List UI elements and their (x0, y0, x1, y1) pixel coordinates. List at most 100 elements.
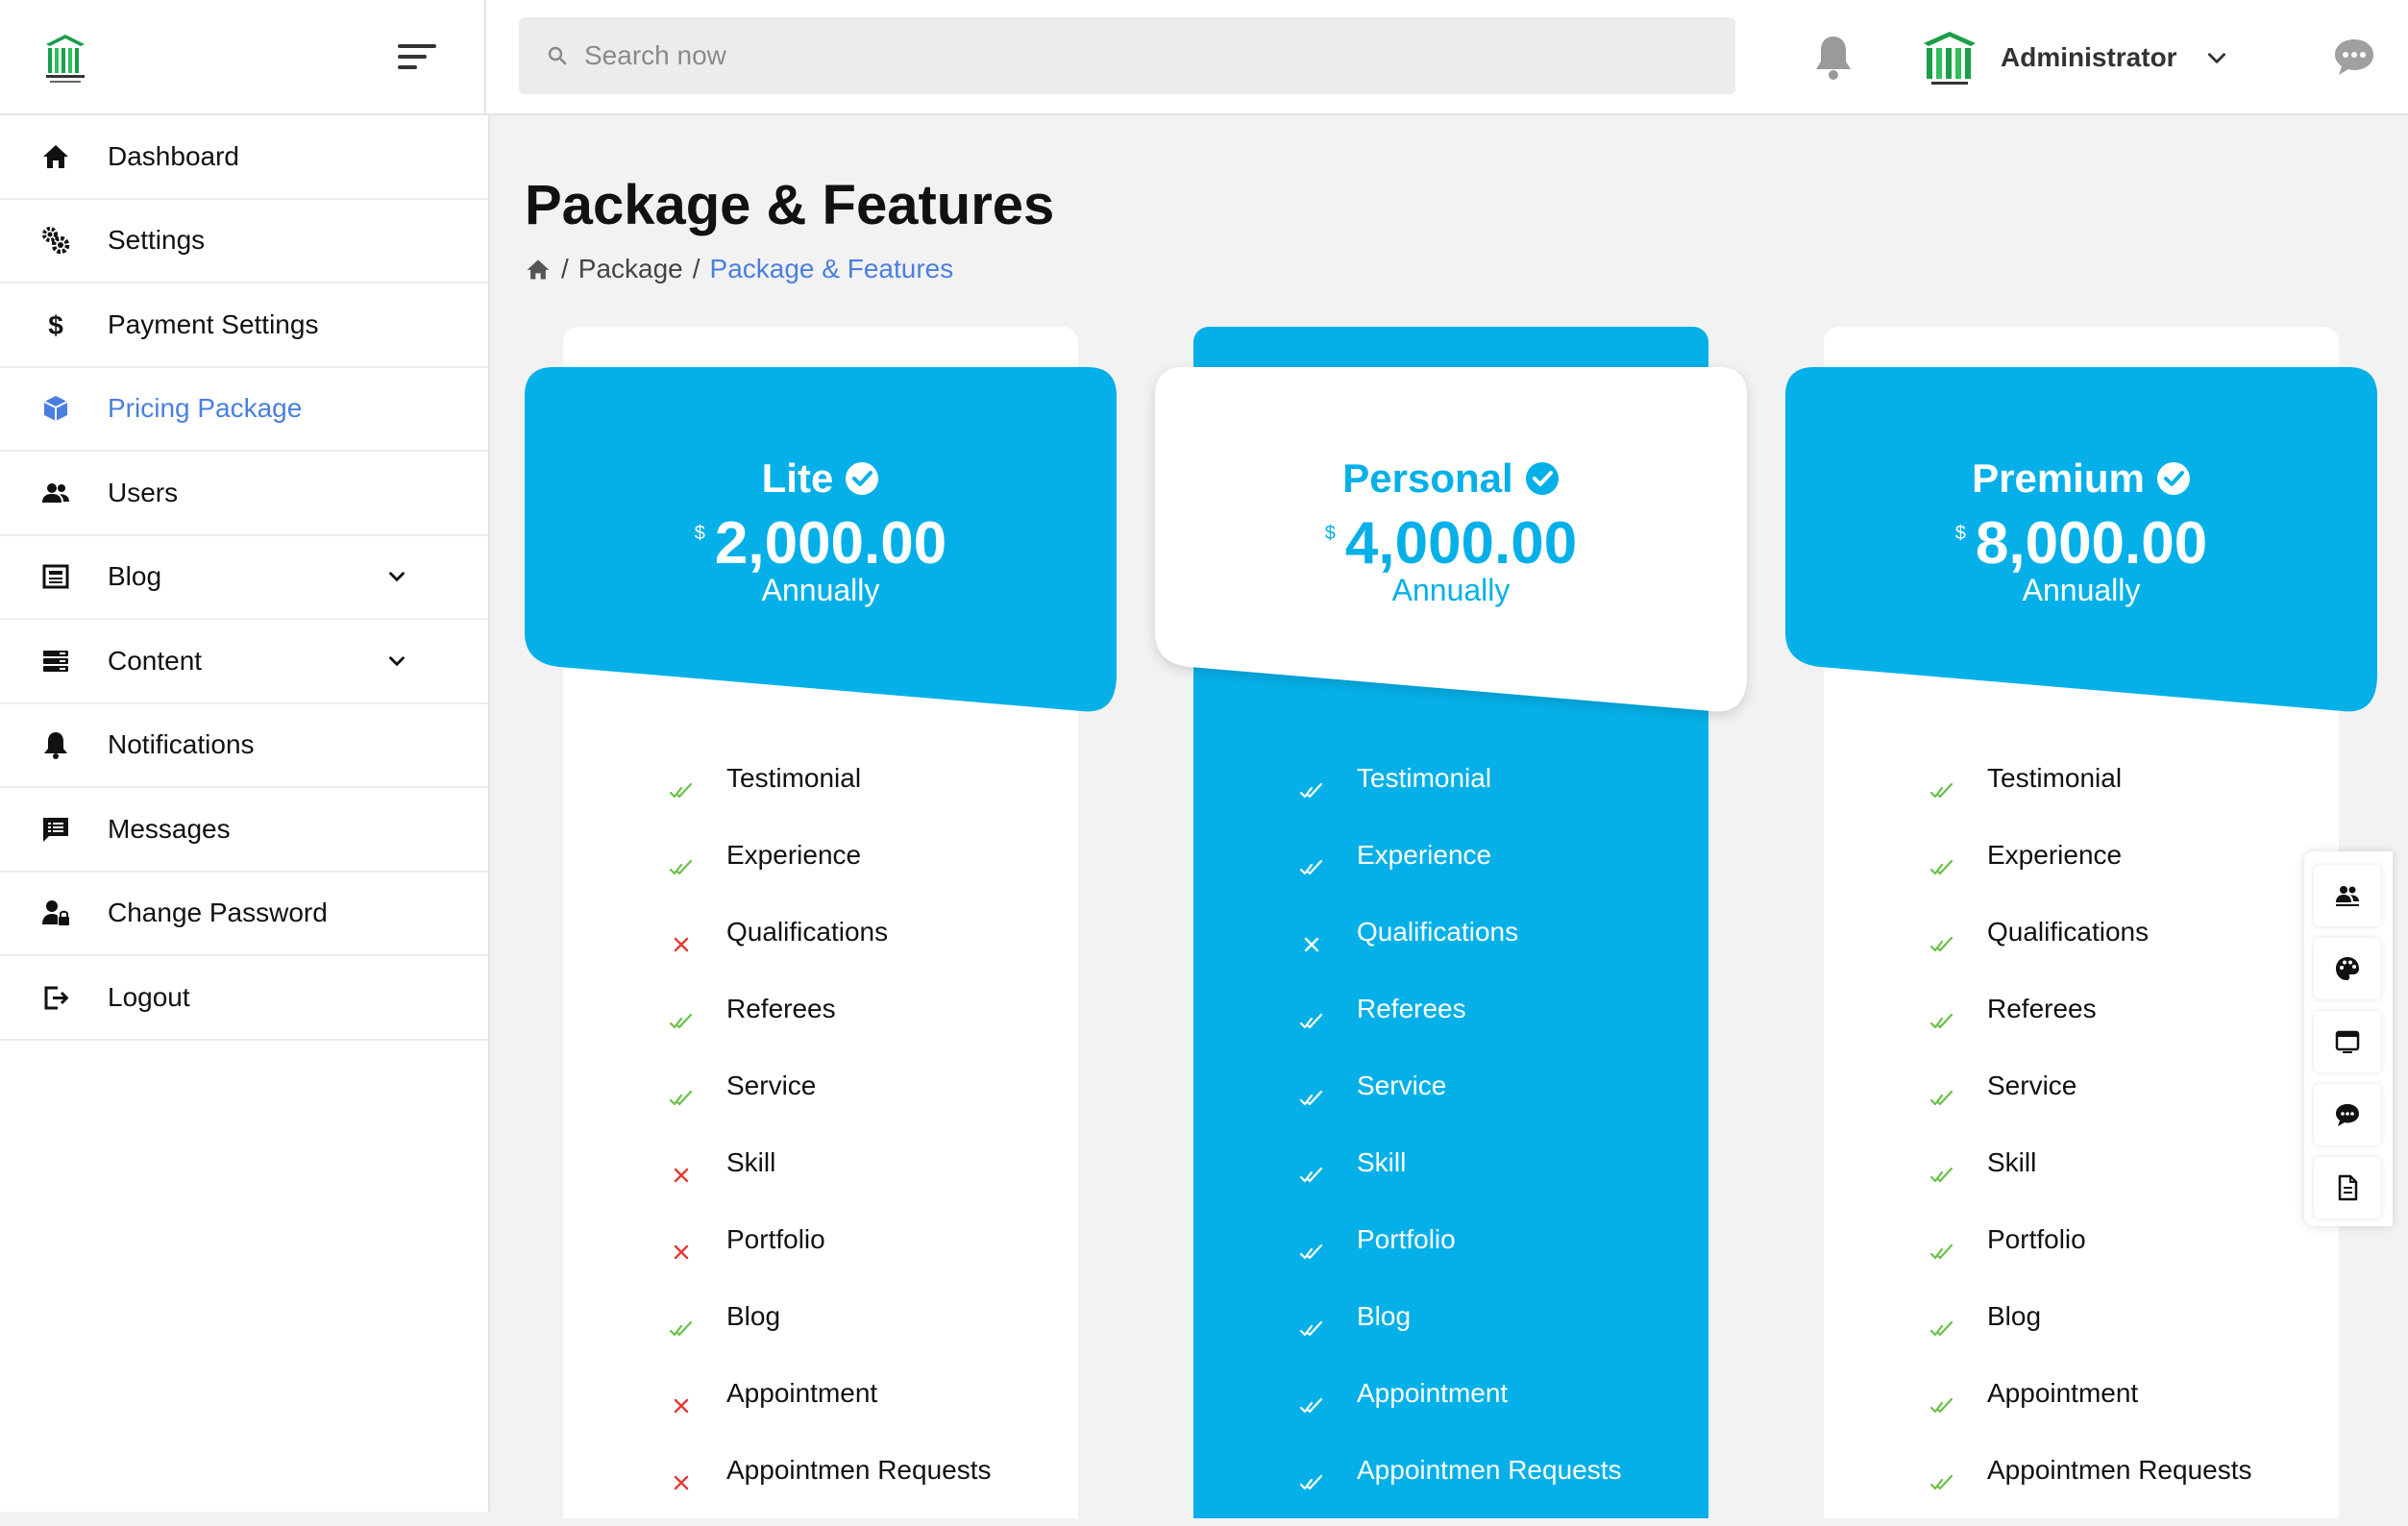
sidebar-item-messages[interactable]: Messages (0, 788, 488, 873)
feature-item: Testimonial (563, 757, 1078, 834)
package-period: Annually (1391, 573, 1511, 607)
feature-label: Portfolio (726, 1224, 825, 1254)
chat-bubble-icon[interactable] (2333, 37, 2375, 77)
feature-item: Appointment (563, 1372, 1078, 1449)
user-menu[interactable]: Administrator (1918, 23, 2229, 92)
feature-label: Experience (1987, 840, 2123, 870)
sidebar-item-notifications[interactable]: Notifications (0, 704, 488, 788)
check-icon (669, 778, 694, 803)
package-name: Personal (1342, 455, 1513, 501)
feature-label: Experience (726, 840, 862, 870)
sidebar-item-content[interactable]: Content (0, 620, 488, 704)
search-input[interactable] (584, 40, 1641, 71)
cross-icon (669, 1470, 694, 1495)
check-icon (1929, 1163, 1954, 1188)
sidebar-item-label: Payment Settings (108, 308, 319, 339)
package-name: Lite (761, 455, 834, 501)
check-icon (1929, 1393, 1954, 1418)
pricing-header-premium: Premium $8,000.00 Annually (1785, 367, 2377, 712)
sidebar-item-logout[interactable]: Logout (0, 956, 488, 1041)
logout-icon (38, 980, 73, 1015)
sidebar-item-label: Pricing Package (108, 393, 303, 424)
check-icon (1929, 932, 1954, 957)
feature-item: Blog (1824, 1295, 2339, 1372)
package-price-row: $4,000.00 (1155, 509, 1747, 578)
sidebar-item-users[interactable]: Users (0, 452, 488, 536)
cross-icon (669, 1163, 694, 1188)
brand-area (0, 0, 486, 115)
package-price: 2,000.00 (714, 510, 947, 577)
feature-label: Service (1357, 1071, 1447, 1100)
message-list-icon (38, 812, 73, 847)
cross-icon (669, 1393, 694, 1418)
feature-label: Portfolio (1357, 1224, 1456, 1254)
menu-toggle-button[interactable] (398, 40, 440, 73)
check-icon (1299, 1393, 1324, 1418)
sidebar-item-label: Content (108, 645, 203, 676)
toolbox-chat-button[interactable] (2314, 1084, 2381, 1145)
feature-item: Skill (1193, 1142, 1708, 1218)
sidebar-item-label: Users (108, 477, 179, 507)
feature-label: Appointmen Requests (1357, 1455, 1622, 1485)
feature-item: Skill (1824, 1142, 2339, 1218)
check-icon (1299, 1163, 1324, 1188)
feature-list-premium: Testimonial Experience Qualifications Refer… (1824, 757, 2339, 1526)
floating-toolbox (2304, 851, 2393, 1226)
breadcrumb-current: Package & Features (709, 254, 954, 283)
sidebar-item-change-password[interactable]: Change Password (0, 873, 488, 956)
feature-label: Qualifications (1987, 917, 2150, 947)
feature-item: Qualifications (1193, 911, 1708, 988)
check-icon (1929, 1317, 1954, 1341)
sidebar-item-blog[interactable]: Blog (0, 536, 488, 620)
home-icon[interactable] (525, 256, 552, 283)
sidebar-item-label: Logout (108, 981, 190, 1012)
chevron-down-icon (2207, 53, 2225, 63)
sidebar-item-pricing-package[interactable]: Pricing Package (0, 368, 488, 452)
feature-label: Qualifications (726, 917, 889, 947)
feature-item: Qualifications (563, 911, 1078, 988)
package-name: Premium (1972, 455, 2145, 501)
toolbox-layout-button[interactable] (2314, 1011, 2381, 1072)
bell-icon (38, 727, 73, 762)
sidebar-item-label: Messages (108, 813, 231, 844)
chevron-down-icon (389, 572, 405, 582)
breadcrumb-separator: / (561, 254, 569, 283)
notification-bell-icon[interactable] (1812, 33, 1855, 81)
feature-item: Appointmen Requests (563, 1449, 1078, 1526)
toolbox-users-button[interactable] (2314, 865, 2381, 926)
breadcrumb-package-link[interactable]: Package (578, 254, 683, 284)
check-icon (669, 1009, 694, 1034)
sidebar-item-settings[interactable]: Settings (0, 200, 488, 283)
feature-label: Referees (1987, 994, 2097, 1023)
feature-label: Testimonial (726, 763, 862, 793)
sidebar-item-dashboard[interactable]: Dashboard (0, 115, 488, 200)
user-lock-icon (38, 896, 73, 930)
feature-item: Blog (563, 1295, 1078, 1372)
toolbox-document-button[interactable] (2314, 1157, 2381, 1218)
package-name-row: Premium (1785, 455, 2377, 502)
page-title: Package & Features (525, 174, 1055, 236)
avatar (1924, 32, 1976, 85)
cross-icon (669, 932, 694, 957)
package-price-row: $2,000.00 (525, 509, 1117, 578)
verified-check-icon (2156, 462, 2190, 495)
feature-label: Skill (1357, 1147, 1407, 1177)
feature-label: Qualifications (1357, 917, 1519, 947)
logo-icon[interactable] (42, 31, 88, 86)
pricing-header-personal: Personal $4,000.00 Annually (1155, 367, 1747, 712)
currency-symbol: $ (694, 523, 705, 544)
check-icon (1929, 855, 1954, 880)
feature-item: Experience (1824, 834, 2339, 911)
newspaper-icon (38, 559, 73, 594)
feature-list-lite: Testimonial Experience Qualifications Refer… (563, 757, 1078, 1526)
feature-item: Service (1193, 1065, 1708, 1142)
toolbox-theme-button[interactable] (2314, 938, 2381, 999)
dollar-icon: $ (38, 308, 73, 342)
check-icon (669, 1317, 694, 1341)
window-icon (2335, 1030, 2360, 1053)
sidebar: Dashboard Settings $ Payment Settings Pr… (0, 115, 490, 1512)
search-bar[interactable] (519, 17, 1735, 94)
sidebar-item-payment-settings[interactable]: $ Payment Settings (0, 283, 488, 368)
check-icon (1299, 1086, 1324, 1111)
feature-item: Referees (563, 988, 1078, 1065)
